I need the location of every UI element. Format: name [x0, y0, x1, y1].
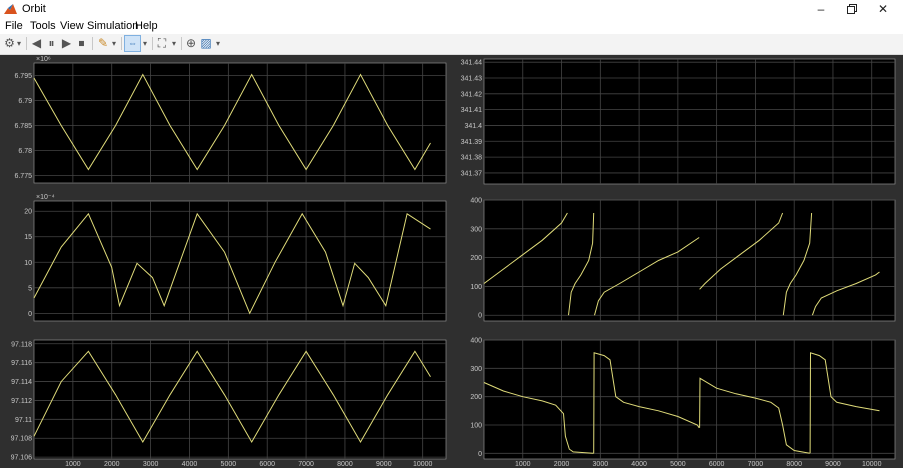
y-tick-label: 20	[24, 209, 32, 216]
y-tick-label: 341.4	[464, 123, 482, 130]
scope-plot-area: 6.795 6.79 6.785 6.78 6.775 ×10⁶ 20 15 10 5 0 ×10⁻⁴…	[0, 55, 903, 468]
stop-icon[interactable]: ⏹	[75, 36, 88, 51]
y-tick-label: 200	[470, 394, 482, 401]
zoom-x-icon[interactable]: ⇔	[124, 35, 141, 52]
toolbar: ⚙ ▾ ◀ ⏸ ▶ ⏹ ✎ ▾ ⇔ ▾ ⛶ ▾ ⊕ ▨ ▾	[0, 34, 903, 55]
y-tick-label: 97.108	[11, 436, 33, 443]
y-tick-label: 5	[28, 285, 32, 292]
y-tick-label: 97.112	[11, 398, 32, 405]
x-tick-label: 10000	[413, 461, 433, 468]
scope-axes-1: 6.795 6.79 6.785 6.78 6.775 ×10⁶	[14, 56, 447, 184]
y-tick-label: 341.38	[461, 155, 483, 162]
y-tick-label: 100	[470, 423, 482, 430]
y-tick-label: 0	[478, 313, 482, 320]
toolbar-separator	[121, 37, 122, 50]
title-bar: Orbit – ✕	[0, 0, 903, 19]
scope-axes-5: 400 300 200 100 0	[470, 198, 896, 322]
menu-help[interactable]: Help	[135, 20, 158, 32]
dropdown-icon[interactable]: ▾	[170, 36, 178, 51]
menu-view[interactable]: View	[60, 20, 84, 32]
y-tick-label: 97.114	[11, 379, 32, 386]
x-tick-label: 1000	[65, 461, 81, 468]
y-tick-label: 97.106	[11, 455, 33, 462]
y-tick-label: 400	[470, 338, 482, 345]
y-tick-label: 200	[470, 255, 482, 262]
close-icon[interactable]: ✕	[868, 1, 898, 18]
menu-bar: File Tools View Simulation Help	[0, 19, 903, 34]
y-tick-label: 341.42	[461, 91, 483, 98]
y-tick-label: 0	[28, 311, 32, 318]
scope-axes-2: 20 15 10 5 0 ×10⁻⁴	[24, 194, 447, 322]
y-tick-label: 97.116	[11, 360, 32, 367]
x-tick-label: 10000	[862, 461, 882, 468]
y-tick-label: 15	[24, 234, 32, 241]
toolbar-separator	[152, 37, 153, 50]
step-back-icon[interactable]: ◀	[30, 36, 43, 51]
menu-tools[interactable]: Tools	[30, 20, 56, 32]
window-title: Orbit	[22, 3, 46, 15]
toolbar-separator	[26, 37, 27, 50]
x-tick-label: 4000	[631, 461, 647, 468]
y-tick-label: 300	[470, 226, 482, 233]
dropdown-icon[interactable]: ▾	[110, 36, 118, 51]
y-tick-label: 6.775	[14, 173, 32, 180]
menu-file[interactable]: File	[5, 20, 23, 32]
minimize-icon[interactable]: –	[806, 1, 836, 18]
highlight-icon[interactable]: ✎	[96, 36, 110, 51]
y-tick-label: 6.79	[18, 98, 32, 105]
y-tick-label: 341.41	[461, 107, 483, 114]
step-forward-icon[interactable]: ▶	[60, 36, 73, 51]
style-icon[interactable]: ▨	[199, 36, 213, 51]
pause-icon[interactable]: ⏸	[45, 36, 58, 51]
scope-display[interactable]: 6.795 6.79 6.785 6.78 6.775 ×10⁶ 20 15 10 5 0 ×10⁻⁴…	[0, 55, 903, 468]
x-tick-label: 6000	[259, 461, 275, 468]
y-tick-label: 6.785	[14, 123, 32, 130]
y-tick-label: 0	[478, 451, 482, 458]
x-tick-label: 9000	[376, 461, 392, 468]
scope-axes-3: 1000 2000 3000 4000 5000 6000 7000 8000 9000 1000…	[11, 339, 447, 468]
x-tick-label: 3000	[143, 461, 159, 468]
autoscale-icon[interactable]: ⊕	[184, 36, 198, 51]
exponent-label: ×10⁻⁴	[36, 194, 55, 201]
x-tick-label: 7000	[748, 461, 764, 468]
y-tick-label: 341.37	[461, 170, 483, 177]
y-tick-label: 10	[24, 260, 32, 267]
y-tick-label: 300	[470, 366, 482, 373]
x-tick-label: 5000	[221, 461, 237, 468]
x-tick-label: 8000	[786, 461, 802, 468]
x-tick-label: 5000	[670, 461, 686, 468]
dropdown-icon[interactable]: ▾	[15, 36, 23, 51]
y-tick-label: 341.39	[461, 139, 483, 146]
dropdown-icon[interactable]: ▾	[141, 36, 149, 51]
x-tick-label: 7000	[298, 461, 314, 468]
dropdown-icon[interactable]: ▾	[214, 36, 222, 51]
y-tick-label: 341.44	[461, 60, 483, 67]
matlab-app-icon	[4, 4, 17, 14]
x-tick-label: 2000	[554, 461, 570, 468]
x-tick-label: 2000	[104, 461, 120, 468]
y-tick-label: 100	[470, 284, 482, 291]
zoom-icon[interactable]: ⛶	[155, 36, 169, 51]
y-tick-label: 97.118	[11, 341, 32, 348]
y-tick-label: 400	[470, 198, 482, 205]
x-tick-label: 3000	[593, 461, 609, 468]
x-tick-label: 8000	[337, 461, 353, 468]
y-tick-label: 6.78	[18, 148, 32, 155]
toolbar-separator	[181, 37, 182, 50]
scope-axes-6: 1000 2000 3000 4000 5000 6000 7000 8000 9000 1000…	[470, 338, 896, 468]
x-tick-label: 6000	[709, 461, 725, 468]
scope-axes-4: 341.44 341.43 341.42 341.41 341.4 341.39 341.3…	[461, 58, 896, 185]
x-tick-label: 9000	[825, 461, 841, 468]
restore-icon[interactable]	[837, 1, 867, 18]
x-tick-label: 4000	[182, 461, 198, 468]
toolbar-separator	[92, 37, 93, 50]
x-tick-label: 1000	[515, 461, 531, 468]
y-tick-label: 97.11	[15, 417, 32, 424]
exponent-label: ×10⁶	[36, 56, 51, 63]
y-tick-label: 341.43	[461, 75, 483, 82]
menu-simulation[interactable]: Simulation	[87, 20, 138, 32]
y-tick-label: 6.795	[14, 73, 32, 80]
